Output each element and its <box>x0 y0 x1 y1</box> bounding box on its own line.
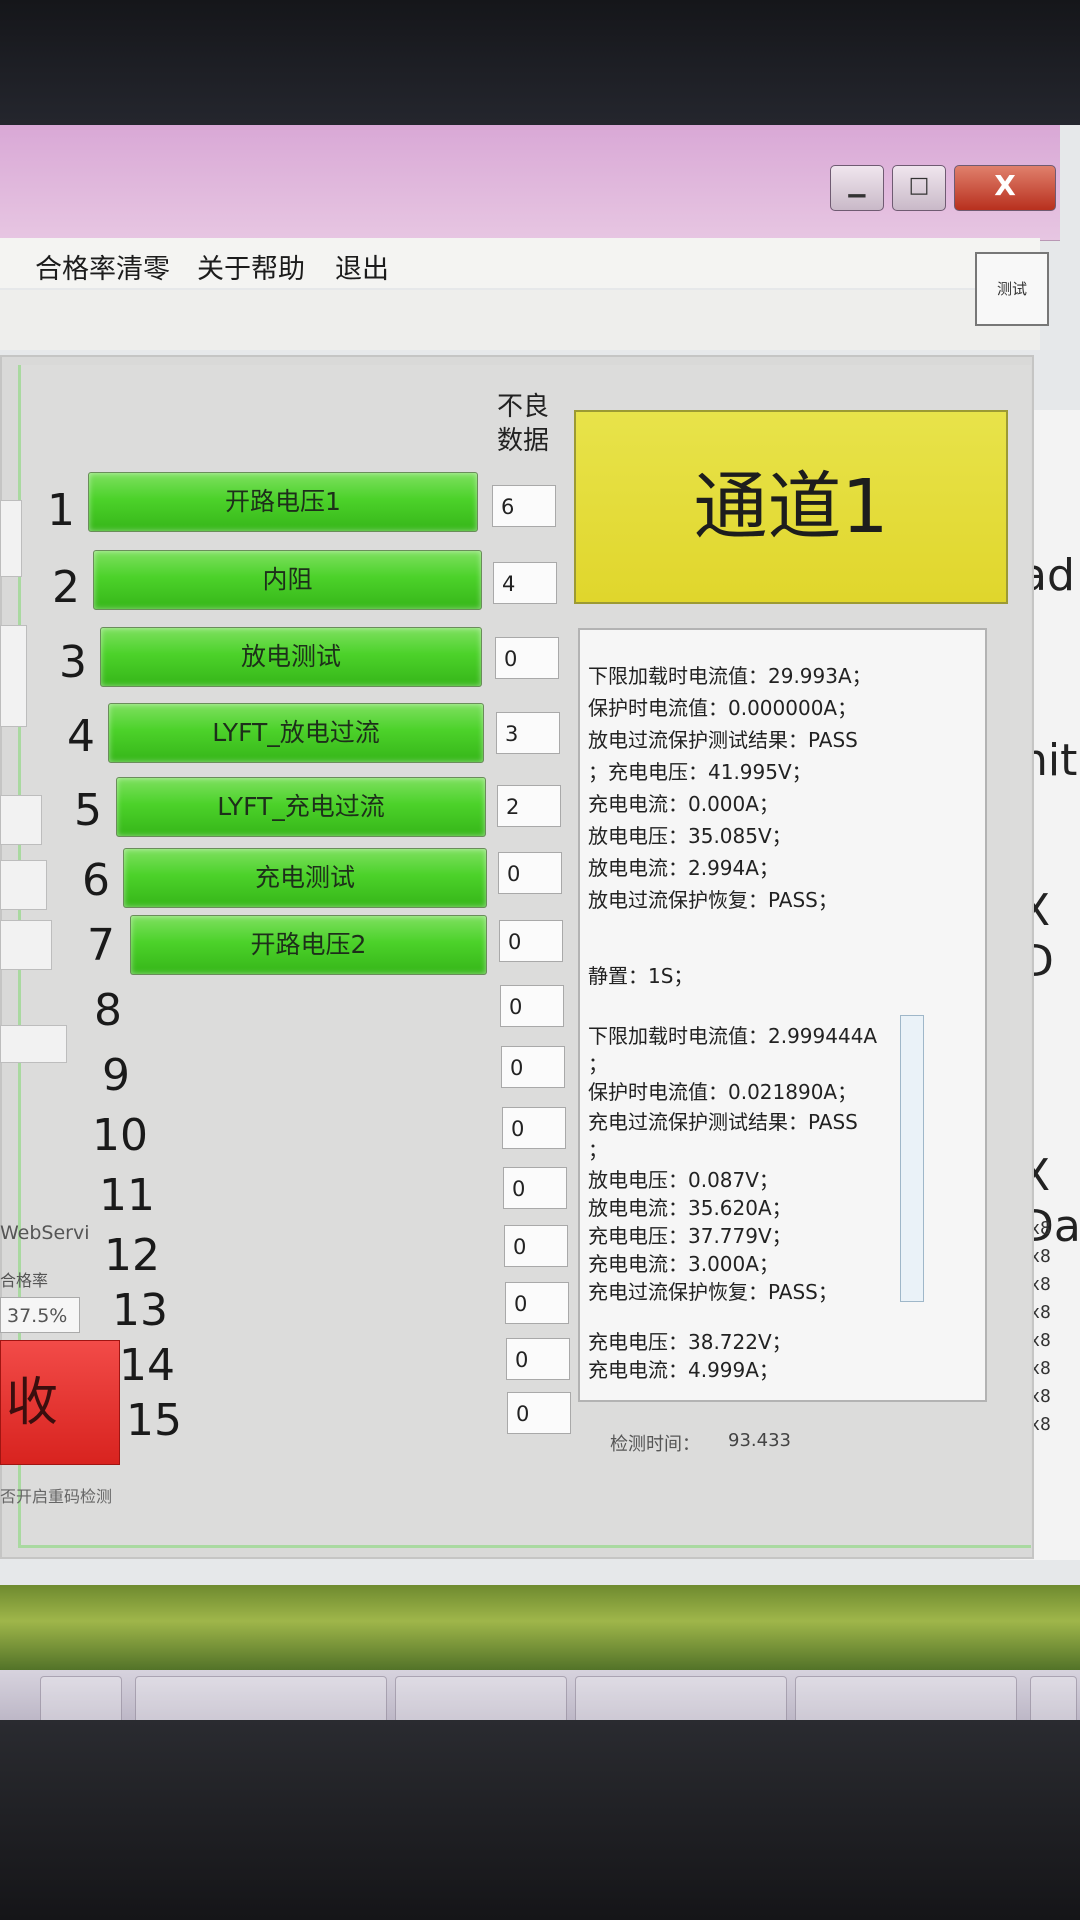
test-button-open-voltage-2[interactable]: 开路电压2 <box>130 915 487 975</box>
row-number: 3 <box>59 637 87 688</box>
minimize-button[interactable]: ▁ <box>830 165 884 211</box>
row-number: 14 <box>119 1340 175 1391</box>
log-line: 放电电压：35.085V； <box>588 824 792 848</box>
defect-count[interactable]: 0 <box>503 1167 567 1209</box>
log-line: 放电电压：0.087V； <box>588 1168 779 1192</box>
monitor-bezel-bottom <box>0 1720 1080 1920</box>
test-button-open-voltage-1[interactable]: 开路电压1 <box>88 472 478 532</box>
taskbar-item[interactable] <box>40 1676 122 1724</box>
row-number: 11 <box>99 1170 155 1221</box>
detect-time-value: 93.433 <box>728 1430 791 1451</box>
test-button-charge-overcurrent[interactable]: LYFT_充电过流 <box>116 777 486 837</box>
test-button[interactable]: 测试 <box>975 252 1049 326</box>
defect-count[interactable]: 0 <box>502 1107 566 1149</box>
defect-count[interactable]: 0 <box>504 1225 568 1267</box>
log-line: 放电过流保护恢复：PASS； <box>588 888 838 912</box>
test-button-discharge-overcurrent[interactable]: LYFT_放电过流 <box>108 703 484 763</box>
row-number: 15 <box>126 1395 182 1446</box>
log-line: 充电电流：4.999A； <box>588 1358 779 1382</box>
left-field[interactable] <box>0 860 47 910</box>
defect-count[interactable]: 6 <box>492 485 556 527</box>
detect-time-label: 检测时间： <box>610 1434 700 1455</box>
taskbar-item[interactable] <box>795 1676 1017 1724</box>
receive-button[interactable]: 收 <box>0 1340 120 1465</box>
channel-indicator: 通道1 <box>574 410 1008 604</box>
row-number: 1 <box>47 485 75 536</box>
row-number: 4 <box>67 711 95 762</box>
log-line: 充电过流保护测试结果：PASS <box>588 1110 858 1134</box>
log-line: 放电电流：2.994A； <box>588 856 779 880</box>
pass-rate-label: 合格率 <box>0 1271 49 1290</box>
log-line: 放电电流：35.620A； <box>588 1196 792 1220</box>
row-number: 10 <box>92 1110 148 1161</box>
log-line: 充电电压：38.722V； <box>588 1330 792 1354</box>
menu-reset-rate[interactable]: 合格率清零 <box>35 247 170 286</box>
left-field[interactable] <box>0 1025 67 1063</box>
webservice-label: WebServi <box>0 1222 90 1244</box>
defect-count[interactable]: 0 <box>498 852 562 894</box>
left-field[interactable] <box>0 920 52 970</box>
left-field[interactable] <box>0 625 27 727</box>
toolbar-area <box>0 290 1040 350</box>
log-line: 放电过流保护测试结果：PASS <box>588 728 858 752</box>
row-number: 2 <box>52 562 80 613</box>
taskbar-item[interactable] <box>575 1676 787 1724</box>
row-number: 7 <box>87 920 115 971</box>
log-line: ； <box>588 1138 608 1162</box>
row-number: 13 <box>112 1285 168 1336</box>
row-number: 12 <box>104 1230 160 1281</box>
menu-help[interactable]: 关于帮助 <box>197 247 305 286</box>
taskbar-item[interactable] <box>135 1676 387 1724</box>
row-number: 9 <box>102 1050 130 1101</box>
defect-count[interactable]: 0 <box>500 985 564 1027</box>
left-field[interactable] <box>0 795 42 845</box>
log-line: 充电过流保护恢复：PASS； <box>588 1280 838 1304</box>
defect-count[interactable]: 3 <box>496 712 560 754</box>
test-button-discharge[interactable]: 放电测试 <box>100 627 482 687</box>
log-line: 下限加载时电流值：2.999444A <box>588 1024 878 1048</box>
test-button-charge[interactable]: 充电测试 <box>123 848 487 908</box>
row-number: 5 <box>74 785 102 836</box>
log-line: 保护时电流值：0.021890A； <box>588 1080 858 1104</box>
taskbar-item[interactable] <box>1030 1676 1077 1724</box>
log-line: 充电电流：3.000A； <box>588 1252 779 1276</box>
log-line: 充电电压：37.779V； <box>588 1224 792 1248</box>
defect-count[interactable]: 0 <box>507 1392 571 1434</box>
duplicate-check-hint: 否开启重码检测 <box>0 1487 113 1506</box>
row-number: 8 <box>94 985 122 1036</box>
maximize-button[interactable]: □ <box>892 165 946 211</box>
log-line: ； <box>588 1052 608 1076</box>
defect-count[interactable]: 0 <box>501 1046 565 1088</box>
defect-count[interactable]: 2 <box>497 785 561 827</box>
log-scrollbar[interactable] <box>900 1015 924 1302</box>
defect-count[interactable]: 0 <box>495 637 559 679</box>
log-line: 充电电流：0.000A； <box>588 792 779 816</box>
log-line: 静置：1S； <box>588 964 694 988</box>
test-button-internal-resistance[interactable]: 内阻 <box>93 550 482 610</box>
row-number: 6 <box>82 855 110 906</box>
taskbar-item[interactable] <box>395 1676 567 1724</box>
defect-count[interactable]: 4 <box>493 562 557 604</box>
defect-count[interactable]: 0 <box>499 920 563 962</box>
pass-rate-field: 37.5% <box>0 1297 80 1333</box>
log-line: 下限加载时电流值：29.993A； <box>588 664 872 688</box>
defect-count[interactable]: 0 <box>505 1282 569 1324</box>
log-line: ；充电电压：41.995V； <box>588 760 812 784</box>
defect-count[interactable]: 0 <box>506 1338 570 1380</box>
defect-column-header: 不良数据 <box>496 392 549 456</box>
monitor-bezel-top <box>0 0 1080 140</box>
log-line: 保护时电流值：0.000000A； <box>588 696 858 720</box>
menu-exit[interactable]: 退出 <box>335 247 389 286</box>
desktop-wallpaper <box>0 1585 1080 1675</box>
close-button[interactable]: X <box>954 165 1056 211</box>
log-box[interactable]: 下限加载时电流值：29.993A； 保护时电流值：0.000000A； 放电过流… <box>578 628 987 1402</box>
